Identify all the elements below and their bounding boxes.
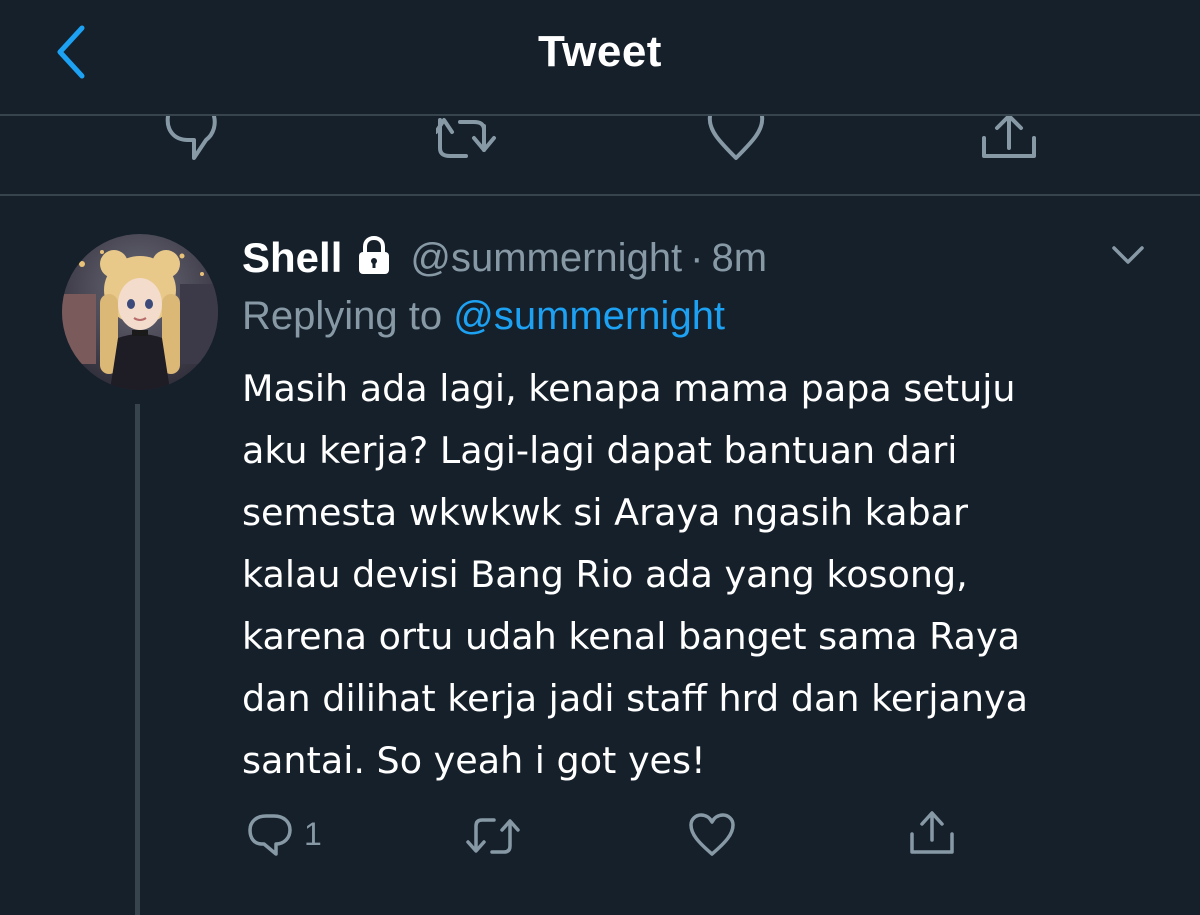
- avatar-image: [62, 234, 218, 390]
- tweet-author-row: Shell @summernight · 8m: [242, 230, 767, 286]
- replying-to-label: Replying to: [242, 294, 443, 338]
- like-icon: [707, 116, 765, 160]
- like-icon: [689, 813, 735, 856]
- page-title: Tweet: [538, 27, 662, 76]
- share-icon: [910, 811, 954, 854]
- author-handle[interactable]: @summernight: [410, 236, 682, 281]
- parent-like-button[interactable]: [706, 116, 766, 162]
- share-button[interactable]: [908, 810, 956, 856]
- share-icon: [982, 116, 1036, 158]
- thread-connector-line: [135, 404, 140, 915]
- retweet-icon: [436, 118, 496, 158]
- reply-count: 1: [304, 816, 322, 852]
- retweet-button[interactable]: [466, 816, 520, 856]
- tweet-detail-screen: Tweet Shell @summernight · 8m Replying t…: [0, 0, 1200, 915]
- replying-to-handle-link[interactable]: @summernight: [453, 294, 725, 338]
- tweet-options-button[interactable]: [1104, 238, 1152, 274]
- reply-icon: [248, 814, 292, 856]
- top-navigation-bar: Tweet: [0, 0, 1200, 116]
- lock-icon: [354, 235, 394, 280]
- reply-button[interactable]: [246, 812, 294, 858]
- tweet-body-text: Masih ada lagi, kenapa mama papa setuju …: [242, 367, 1028, 782]
- avatar[interactable]: [62, 234, 218, 390]
- parent-reply-button[interactable]: [160, 116, 220, 164]
- meta-separator: ·: [690, 235, 704, 280]
- retweet-icon: [466, 818, 520, 854]
- like-button[interactable]: [688, 812, 736, 858]
- chevron-down-icon: [1112, 246, 1144, 264]
- author-display-name[interactable]: Shell: [242, 234, 342, 282]
- replying-to-line: Replying to @summernight: [242, 290, 725, 342]
- parent-retweet-button[interactable]: [436, 116, 500, 164]
- tweet-timestamp[interactable]: 8m: [712, 236, 768, 281]
- parent-tweet-action-bar: [0, 116, 1200, 196]
- parent-share-button[interactable]: [980, 116, 1038, 164]
- reply-icon: [165, 116, 217, 160]
